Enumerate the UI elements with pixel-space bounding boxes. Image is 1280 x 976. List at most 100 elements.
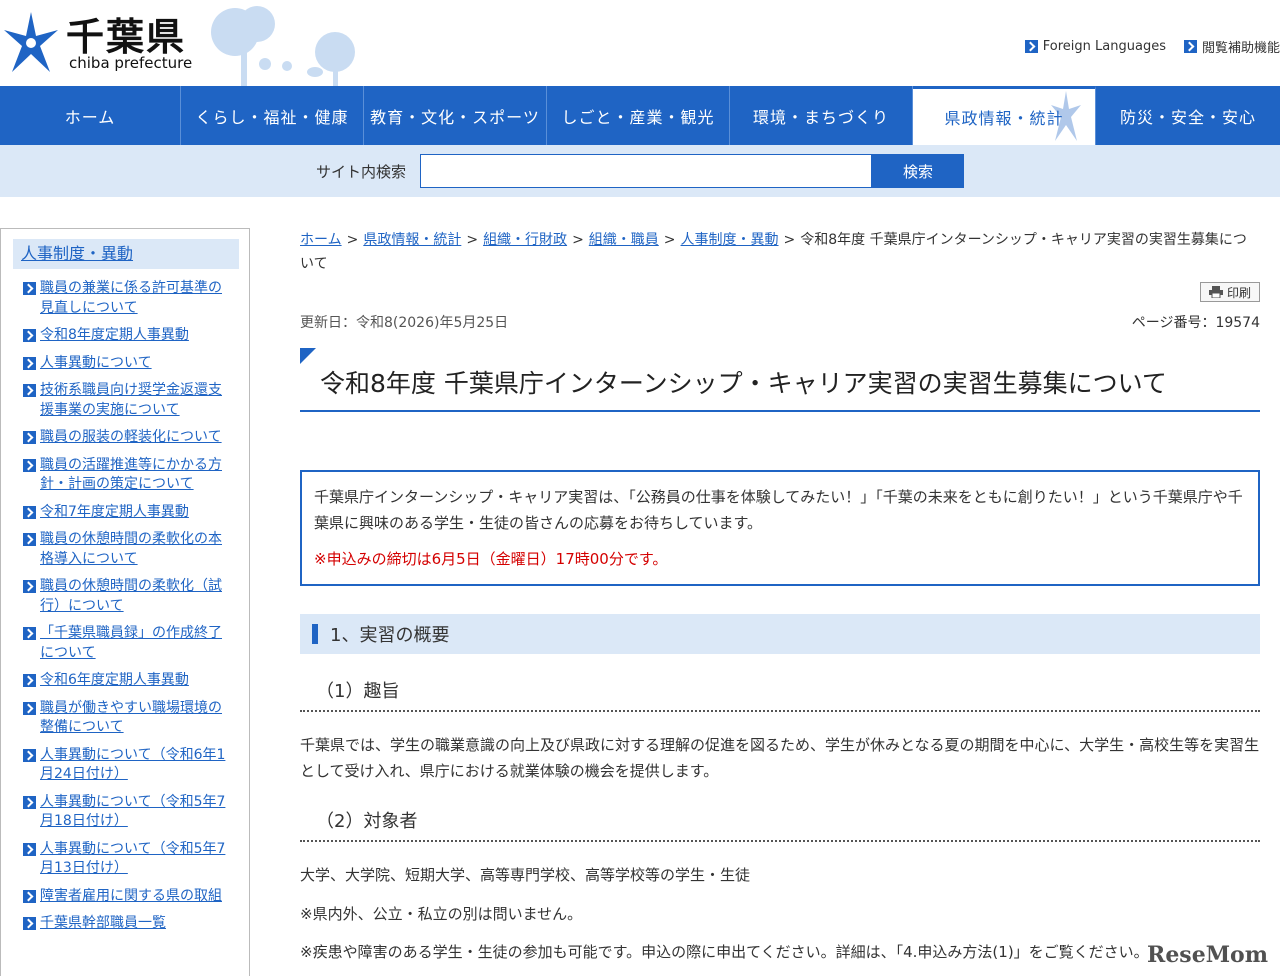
- arrow-right-icon: [23, 431, 36, 444]
- heading-bar-icon: [312, 624, 318, 644]
- sidebar-item[interactable]: 令和6年度定期人事異動: [23, 671, 231, 691]
- sidebar-item-label: 人事異動について（令和5年7月18日付け）: [40, 793, 226, 830]
- sidebar-item[interactable]: 令和7年度定期人事異動: [23, 503, 231, 523]
- search-button[interactable]: 検索: [872, 154, 964, 188]
- print-button[interactable]: 印刷: [1200, 282, 1260, 302]
- arrow-right-icon: [23, 701, 36, 715]
- sidebar-item[interactable]: 人事異動について（令和5年7月13日付け）: [23, 840, 231, 879]
- arrow-right-icon: [23, 356, 36, 370]
- sidebar-item-label: 職員の休憩時間の柔軟化（試行）について: [40, 578, 222, 614]
- sidebar-item[interactable]: 職員の服装の軽装化について: [23, 428, 231, 448]
- breadcrumb-link[interactable]: 人事制度・異動: [681, 232, 779, 248]
- sidebar-item-label: 令和7年度定期人事異動: [40, 503, 189, 520]
- subheading-purpose: （1）趣旨: [300, 676, 1260, 712]
- sidebar-list: 職員の兼業に係る許可基準の見直しについて令和8年度定期人事異動 人事異動について技…: [23, 279, 231, 942]
- arrow-right-icon: [23, 329, 36, 342]
- resemom-watermark: ReseMom: [1147, 942, 1268, 968]
- sidebar-item[interactable]: 職員の兼業に係る許可基準の見直しについて: [23, 279, 231, 318]
- breadcrumb-separator: >: [466, 232, 479, 248]
- sidebar-item-label: 令和8年度定期人事異動: [40, 327, 189, 343]
- main-content: ホーム > 県政情報・統計 > 組織・行財政 > 組織・職員 > 人事制度・異動 > 令和8年度 千…: [300, 228, 1260, 961]
- site-search-bar: サイト内検索 検索: [0, 145, 1280, 197]
- sidebar-item-label: 千葉県幹部職員一覧: [40, 915, 166, 931]
- subheading-target: （2）対象者: [300, 806, 1260, 842]
- sidebar-item-label: 人事異動について（令和6年1月24日付け）: [40, 746, 226, 783]
- arrow-right-icon: [23, 627, 36, 640]
- sidebar-title[interactable]: 人事制度・異動: [13, 239, 239, 269]
- sidebar-item[interactable]: 人事異動について: [23, 354, 231, 374]
- arrow-right-icon: [23, 889, 36, 903]
- search-input[interactable]: [420, 154, 872, 188]
- sidebar-item[interactable]: 人事異動について（令和5年7月18日付け）: [23, 793, 231, 832]
- sidebar-item[interactable]: 千葉県幹部職員一覧: [23, 914, 231, 934]
- nav-education-culture[interactable]: 教育・文化・スポーツ: [364, 86, 547, 145]
- sidebar-item-label: 障害者雇用に関する県の取組: [40, 887, 222, 904]
- breadcrumb-link[interactable]: 県政情報・統計: [363, 232, 461, 248]
- purpose-text: 千葉県では、学生の職業意識の向上及び県政に対する理解の促進を図るため、学生が休み…: [300, 736, 1260, 780]
- arrow-right-icon: [23, 533, 36, 546]
- breadcrumb-separator: >: [783, 232, 796, 248]
- breadcrumb-separator: >: [572, 232, 584, 248]
- nav-work-industry[interactable]: しごと・産業・観光: [547, 86, 730, 145]
- breadcrumb-link[interactable]: 組織・行財政: [483, 232, 567, 248]
- arrow-right-icon: [23, 748, 36, 762]
- title-corner-icon: [300, 348, 316, 364]
- sidebar-item[interactable]: 職員が働きやすい職場環境の整備について: [23, 699, 231, 738]
- arrow-right-icon: [23, 674, 36, 687]
- arrow-right-icon: [23, 458, 36, 472]
- sidebar-item-label: 「千葉県職員録」の作成終了について: [40, 625, 222, 661]
- sidebar-item-label: 技術系職員向け奨学金返還支援事業の実施について: [40, 382, 222, 418]
- nav-home[interactable]: ホーム: [0, 86, 181, 145]
- arrow-right-icon: [23, 580, 36, 593]
- note-disability: ※疾患や障害のある学生・生徒の参加も可能です。申込の際に申出てください。詳細は、…: [300, 943, 1149, 961]
- nav-environment[interactable]: 環境・まちづくり: [730, 86, 913, 145]
- nav-disaster-safety[interactable]: 防災・安全・安心: [1096, 86, 1280, 145]
- breadcrumb-link[interactable]: ホーム: [300, 232, 342, 248]
- sidebar-item-label: 職員の活躍推進等にかかる方針・計画の策定について: [40, 456, 222, 493]
- sidebar-item-label: 令和6年度定期人事異動: [40, 672, 189, 688]
- global-nav: ホーム くらし・福祉・健康 教育・文化・スポーツ しごと・産業・観光 環境・まち…: [0, 86, 1280, 145]
- sidebar-item[interactable]: 技術系職員向け奨学金返還支援事業の実施について: [23, 381, 231, 420]
- sidebar-item[interactable]: 「千葉県職員録」の作成終了について: [23, 624, 231, 663]
- logo-kanji[interactable]: 千葉県: [66, 6, 186, 61]
- arrow-right-icon: [23, 842, 36, 856]
- section-heading-overview: 1、実習の概要: [300, 614, 1260, 654]
- accessibility-link[interactable]: 閲覧補助機能: [1183, 37, 1280, 56]
- page-meta: 更新日：令和8(2026)年5月25日 ページ番号：19574: [300, 312, 1260, 332]
- sidebar-item-label: 人事異動について（令和5年7月13日付け）: [40, 840, 226, 877]
- sidebar-item[interactable]: 人事異動について（令和6年1月24日付け）: [23, 746, 231, 785]
- sidebar-item[interactable]: 令和8年度定期人事異動: [23, 326, 231, 346]
- sidebar-item-label: 人事異動について: [40, 354, 152, 371]
- sidebar-item[interactable]: 障害者雇用に関する県の取組: [23, 887, 231, 907]
- sidebar-item[interactable]: 職員の休憩時間の柔軟化（試行）について: [23, 577, 231, 616]
- logo-english[interactable]: chiba prefecture: [69, 54, 192, 72]
- decorative-plants-icon: [211, 6, 355, 86]
- breadcrumb-link[interactable]: 組織・職員: [589, 232, 659, 248]
- arrow-right-icon: [23, 505, 36, 519]
- deadline-text: ※申込みの締切は6月5日（金曜日）17時00分です。: [314, 550, 668, 568]
- sidebar-item-label: 職員が働きやすい職場環境の整備について: [40, 699, 222, 736]
- arrow-right-icon: [1183, 40, 1197, 53]
- printer-icon: [1208, 286, 1223, 298]
- page-title-block: 令和8年度 千葉県庁インターンシップ・キャリア実習の実習生募集について: [300, 348, 1260, 412]
- arrow-right-icon: [23, 282, 36, 295]
- arrow-right-icon: [23, 795, 36, 809]
- site-header: 千葉県 chiba prefecture Foreign Languages 閲…: [0, 0, 1280, 86]
- nav-prefectural-info[interactable]: 県政情報・統計: [913, 86, 1096, 145]
- sidebar-item[interactable]: 職員の休憩時間の柔軟化の本格導入について: [23, 530, 231, 569]
- page-number: ページ番号：19574: [1131, 315, 1260, 331]
- sidebar-item-label: 職員の兼業に係る許可基準の見直しについて: [40, 280, 222, 316]
- arrow-right-icon: [23, 917, 36, 930]
- target-text: 大学、大学院、短期大学、高等専門学校、高等学校等の学生・生徒: [300, 866, 751, 884]
- nav-life-welfare[interactable]: くらし・福祉・健康: [181, 86, 364, 145]
- sidebar-item[interactable]: 職員の活躍推進等にかかる方針・計画の策定について: [23, 456, 231, 495]
- search-label: サイト内検索: [316, 163, 407, 181]
- page-title: 令和8年度 千葉県庁インターンシップ・キャリア実習の実習生募集について: [320, 369, 1167, 398]
- arrow-right-icon: [1024, 40, 1038, 53]
- updated-date: 更新日：令和8(2026)年5月25日: [300, 315, 509, 331]
- notice-box: 千葉県庁インターンシップ・キャリア実習は、「公務員の仕事を体験してみたい！」「千…: [300, 470, 1260, 586]
- foreign-languages-link[interactable]: Foreign Languages: [1024, 37, 1166, 56]
- chiba-logo-icon[interactable]: [2, 10, 60, 76]
- sidebar: 人事制度・異動 職員の兼業に係る許可基準の見直しについて 令和8年度定期人事異動人…: [0, 228, 250, 976]
- utility-links: Foreign Languages 閲覧補助機能: [1024, 37, 1280, 56]
